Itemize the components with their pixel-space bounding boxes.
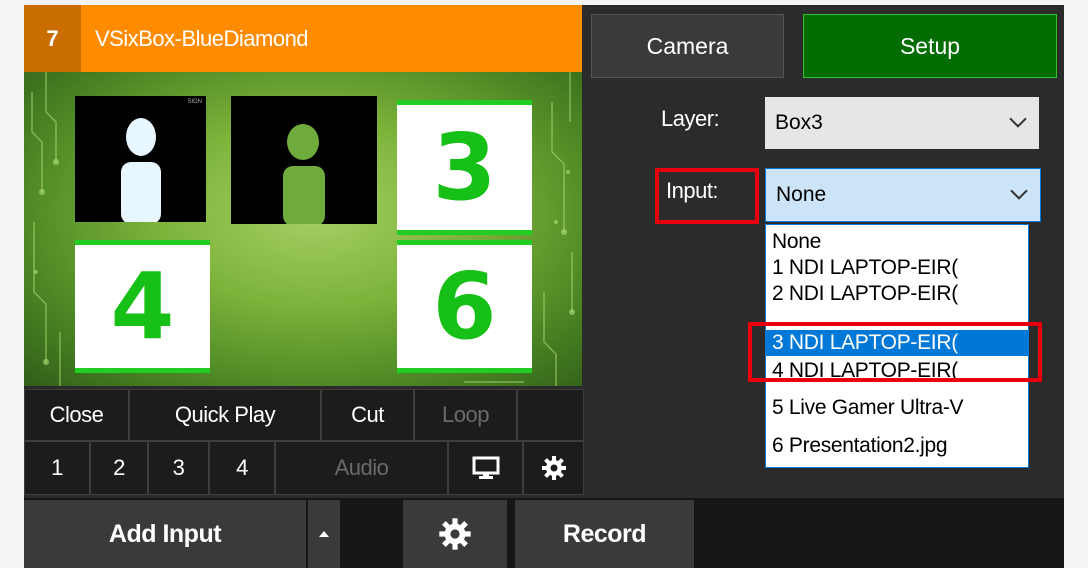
camera-thumbnail-2 [231,96,377,226]
input-title: VSixBox-BlueDiamond [95,25,309,51]
audio-button[interactable]: Audio [275,441,448,495]
person-icon [283,124,325,226]
caret-up-icon [319,531,329,537]
layer-button-1[interactable]: 1 [24,441,90,495]
input-number: 7 [24,5,81,72]
layer-select-value: Box3 [775,111,823,134]
gear-icon [439,518,471,550]
record-button[interactable]: Record [515,500,694,568]
input-label-highlight [655,168,759,224]
input-option-2[interactable]: 2 NDI LAPTOP-EIR( [766,281,1028,307]
layer-label: Layer: [661,106,720,131]
main-settings-button[interactable] [403,500,507,568]
input-select[interactable]: None [765,168,1041,222]
thumb-caption: SIGN [187,99,202,105]
person-icon [121,118,161,224]
camera-thumbnail-1: SIGN [75,96,206,224]
input-option-5[interactable]: 5 Live Gamer Ultra-V [766,395,1028,421]
input-preview[interactable]: SIGN 3 4 6 [24,72,582,386]
cut-button[interactable]: Cut [321,389,414,441]
box-number-6: 6 [397,240,532,373]
add-input-menu-button[interactable] [308,500,340,568]
layer-button-2[interactable]: 2 [90,441,148,495]
loop-button[interactable]: Loop [414,389,517,441]
input-option-none[interactable]: None [766,229,1028,255]
layer-button-4[interactable]: 4 [209,441,275,495]
layer-button-3[interactable]: 3 [148,441,209,495]
input-option-6[interactable]: 6 Presentation2.jpg [766,433,1028,459]
selected-option-highlight [748,322,1042,382]
layer-select[interactable]: Box3 [765,97,1039,149]
box-number-3: 3 [397,100,532,235]
camera-tab-button[interactable]: Camera [591,14,784,78]
setup-tab-button[interactable]: Setup [803,14,1057,78]
settings-button[interactable] [523,441,584,495]
chevron-down-icon [1010,189,1028,200]
chevron-down-icon [1009,117,1027,128]
add-input-button[interactable]: Add Input [24,500,306,568]
monitor-button[interactable] [448,441,523,495]
input-option-1[interactable]: 1 NDI LAPTOP-EIR( [766,255,1028,281]
quick-play-button[interactable]: Quick Play [129,389,321,441]
monitor-icon [472,456,499,479]
close-button[interactable]: Close [24,389,129,441]
box-number-4: 4 [75,240,210,373]
gear-icon [541,456,566,480]
empty-slot [517,389,584,441]
input-select-value: None [776,183,827,206]
